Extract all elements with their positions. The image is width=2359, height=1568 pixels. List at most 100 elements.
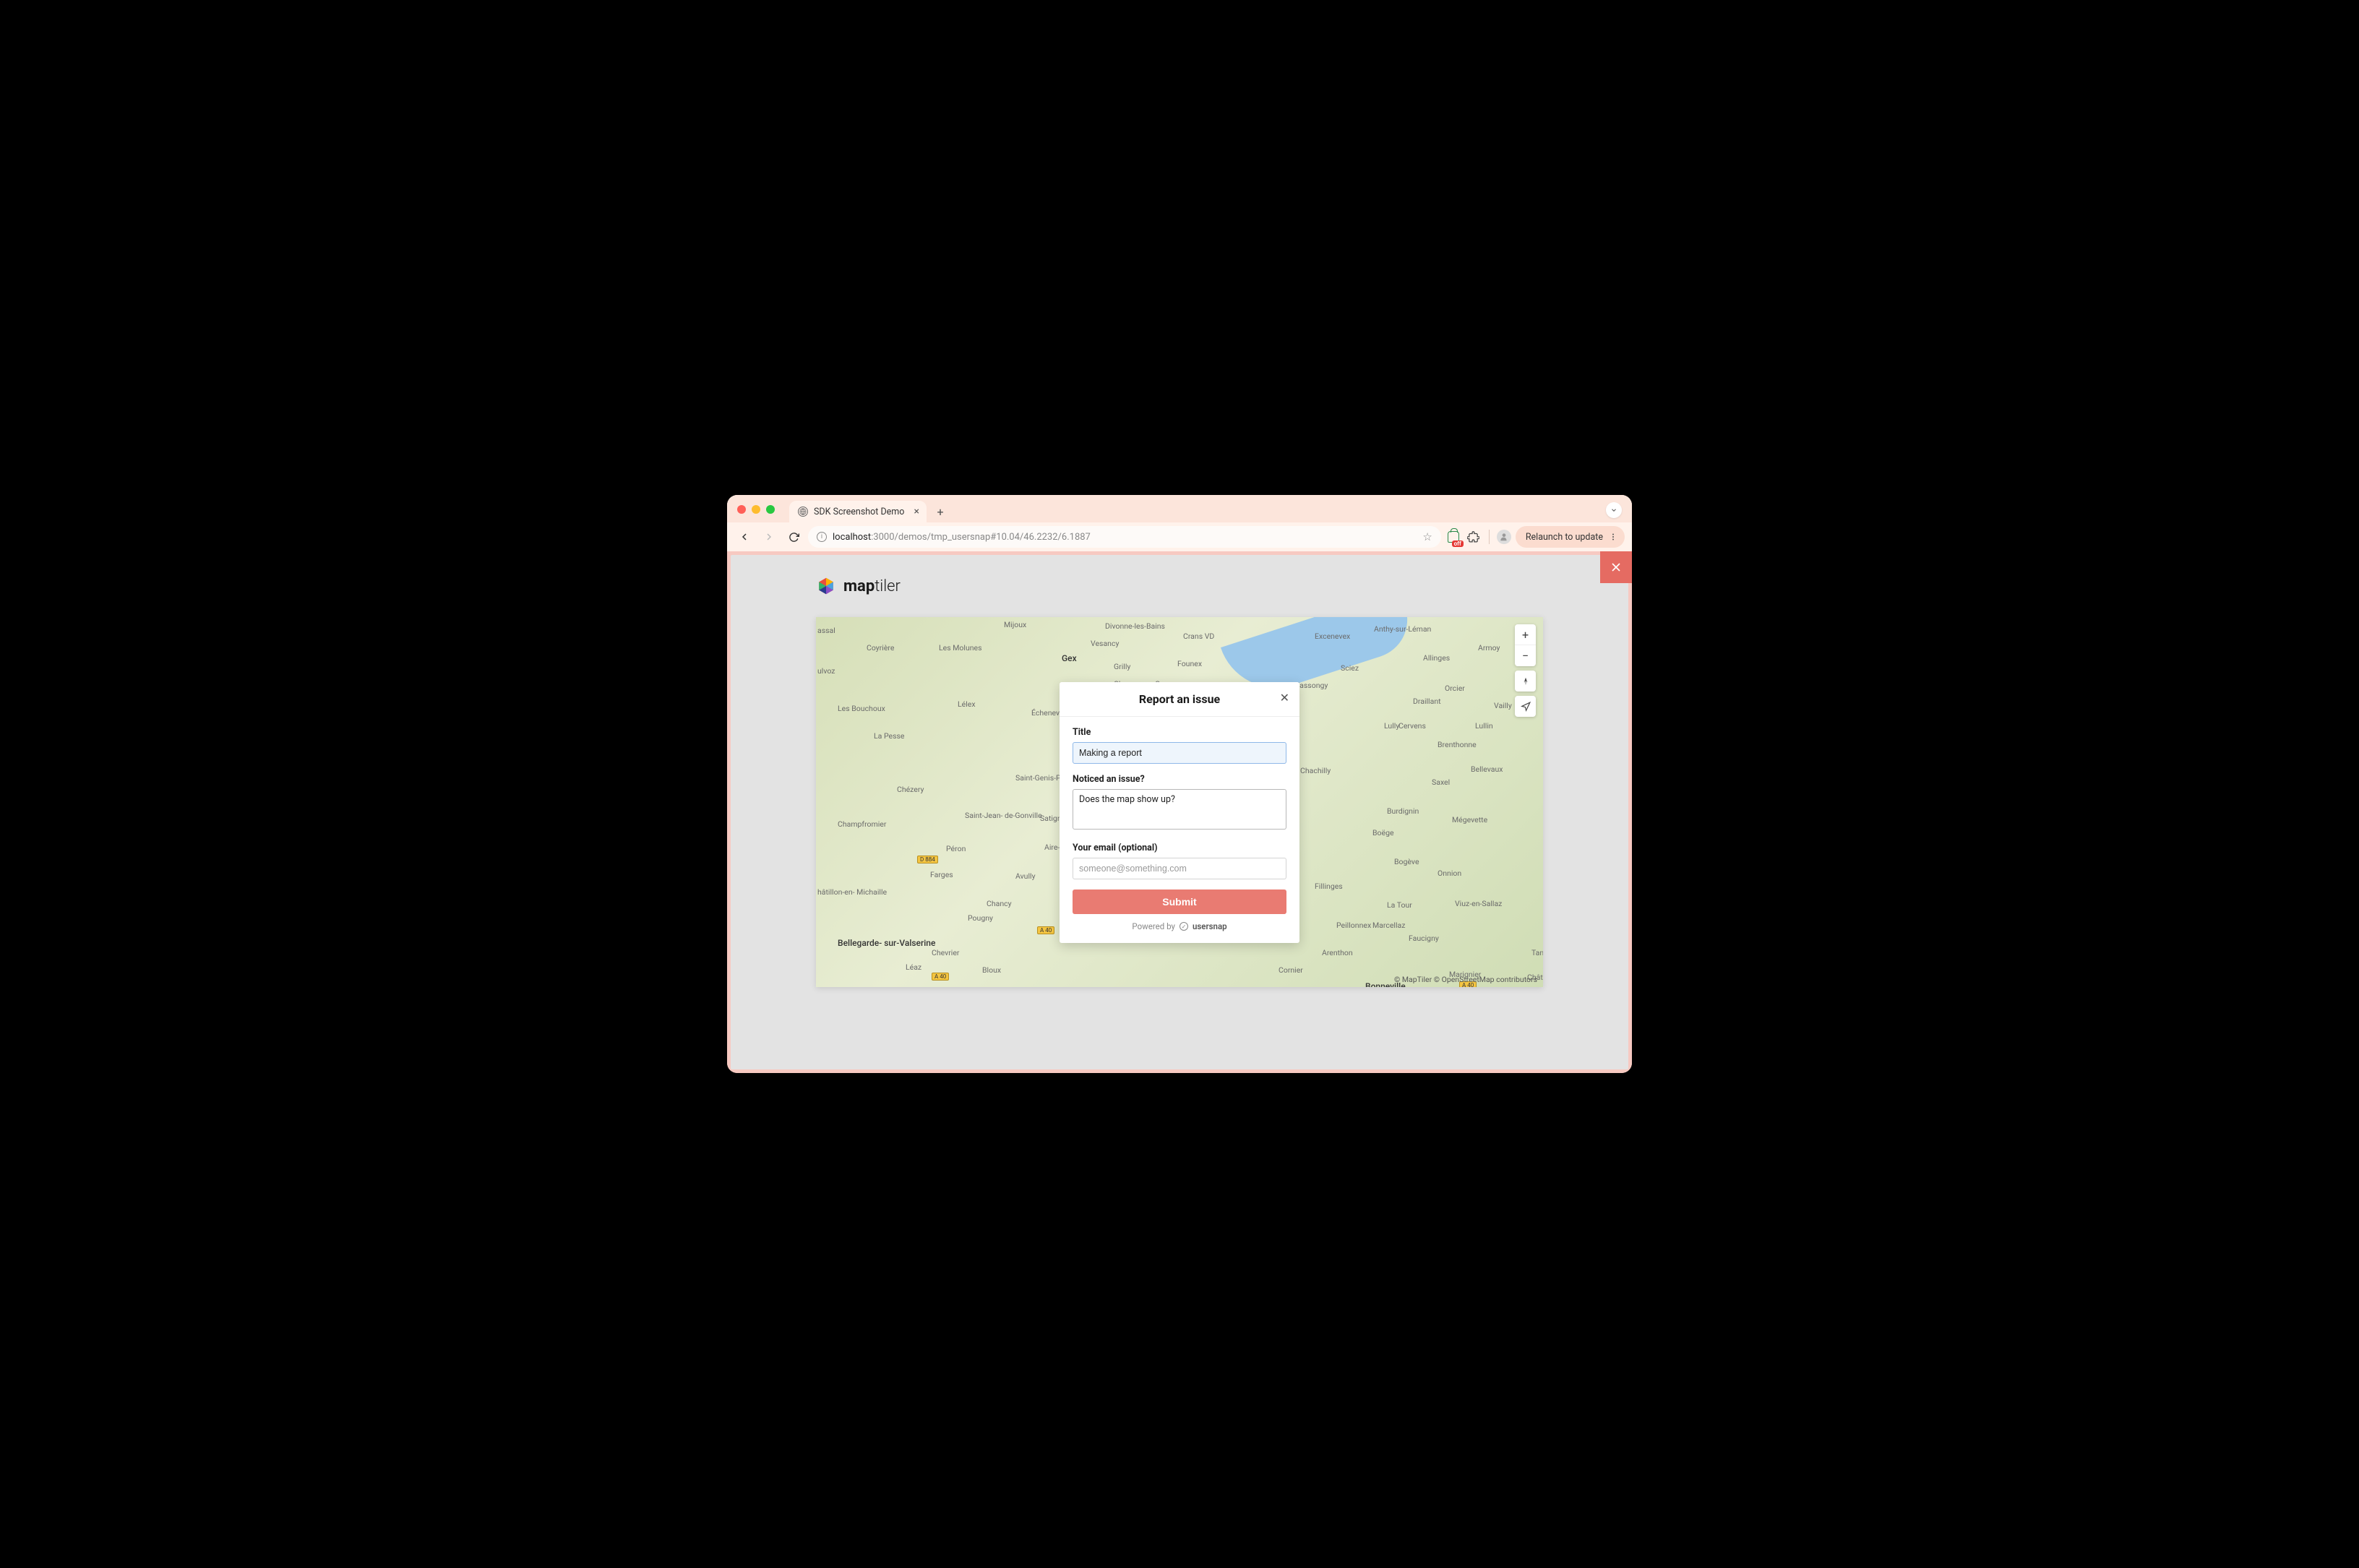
map-label: Sciez <box>1341 663 1359 673</box>
map-label: Farges <box>930 870 953 879</box>
map-label: Gex <box>1062 653 1077 663</box>
modal-header: Report an issue ✕ <box>1060 682 1299 717</box>
road-badge: A 40 <box>932 973 949 981</box>
email-label: Your email (optional) <box>1073 843 1286 853</box>
issue-textarea[interactable] <box>1073 789 1286 830</box>
new-tab-button[interactable]: + <box>931 502 950 521</box>
compass-button[interactable] <box>1515 671 1536 692</box>
map-label: Viuz-en-Sallaz <box>1455 899 1502 908</box>
map-label: Grilly <box>1114 662 1130 671</box>
relaunch-button[interactable]: Relaunch to update <box>1516 526 1625 548</box>
report-issue-modal: Report an issue ✕ Title Noticed an issue… <box>1060 682 1299 943</box>
extensions-icon[interactable] <box>1466 529 1482 545</box>
tab-close-icon[interactable]: × <box>914 506 919 517</box>
map-label: Founex <box>1177 659 1202 668</box>
map-label: Mégevette <box>1452 815 1487 824</box>
map-label: Les Bouchoux <box>838 704 885 713</box>
overlay-close-button[interactable] <box>1600 551 1632 583</box>
extension-shopping-icon[interactable]: off <box>1445 529 1461 545</box>
map-label: Cervens <box>1398 721 1426 731</box>
map-label: Divonne-les-Bains <box>1105 621 1165 631</box>
map-label: ulvoz <box>817 666 835 676</box>
map-label: Saxel <box>1432 777 1450 787</box>
globe-icon <box>798 507 808 517</box>
map-label: Draillant <box>1413 697 1441 706</box>
map-label: Brenthonne <box>1438 740 1477 749</box>
map-label: Fillinges <box>1315 882 1343 891</box>
site-info-icon[interactable]: i <box>817 532 827 542</box>
back-button[interactable] <box>734 527 755 547</box>
map-label: Burdignin <box>1387 806 1419 816</box>
map-label: Chevrier <box>932 948 959 957</box>
divider <box>1489 530 1490 544</box>
map-label: Lully <box>1384 721 1399 731</box>
map-label: Chancy <box>987 899 1012 908</box>
browser-tab[interactable]: SDK Screenshot Demo × <box>789 501 927 522</box>
powered-by[interactable]: Powered by ✓ usersnap <box>1073 914 1286 934</box>
map-label: Bellevaux <box>1471 764 1503 774</box>
tab-title: SDK Screenshot Demo <box>814 507 904 517</box>
zoom-in-button[interactable]: + <box>1515 624 1536 645</box>
map-label: Pougny <box>968 913 993 923</box>
email-input[interactable] <box>1073 858 1286 879</box>
profile-avatar[interactable] <box>1497 530 1511 544</box>
modal-close-button[interactable]: ✕ <box>1280 691 1289 705</box>
map-label: Peillonnex <box>1336 921 1371 930</box>
road-badge: A 40 <box>1037 926 1054 934</box>
toolbar: i localhost:3000/demos/tmp_usersnap#10.0… <box>727 522 1632 551</box>
map-label: La Tour <box>1387 900 1412 910</box>
tabs-overflow-button[interactable] <box>1606 502 1622 518</box>
submit-button[interactable]: Submit <box>1073 889 1286 914</box>
modal-body: Title Noticed an issue? Your email (opti… <box>1060 717 1299 943</box>
maptiler-logo[interactable]: maptiler <box>816 576 901 596</box>
window-close[interactable] <box>737 505 746 514</box>
tab-strip: SDK Screenshot Demo × + <box>727 495 1632 522</box>
map-label: Arenthon <box>1322 948 1353 957</box>
logo-mark-icon <box>816 576 836 596</box>
forward-button[interactable] <box>759 527 779 547</box>
address-bar[interactable]: i localhost:3000/demos/tmp_usersnap#10.0… <box>808 526 1441 548</box>
window-zoom[interactable] <box>766 505 775 514</box>
title-label: Title <box>1073 727 1286 738</box>
map-label: Lélex <box>958 699 976 709</box>
map-label: Les Molunes <box>939 643 982 652</box>
map-label: Chézery <box>897 785 924 794</box>
map-label: Boëge <box>1372 828 1394 837</box>
reload-button[interactable] <box>783 527 804 547</box>
window-minimize[interactable] <box>752 505 760 514</box>
map-label: Lullin <box>1475 721 1493 731</box>
issue-label: Noticed an issue? <box>1073 774 1286 785</box>
map-label: Mijoux <box>1004 620 1026 629</box>
map-label: Anthy-sur-Léman <box>1374 624 1431 634</box>
map-label: Excenevex <box>1315 632 1350 641</box>
map-label: Coyrière <box>867 643 894 652</box>
map-label: hâtillon-en- Michaille <box>817 887 887 897</box>
map-label: Crans VD <box>1183 632 1214 641</box>
map-label: Faucigny <box>1409 934 1439 943</box>
map-label: Armoy <box>1478 643 1500 652</box>
map-label: Orcier <box>1445 684 1465 693</box>
logo-text: maptiler <box>843 577 901 595</box>
road-badge: D 884 <box>917 856 938 863</box>
map-label: La Pesse <box>874 731 905 741</box>
extension-badge: off <box>1452 540 1464 547</box>
geolocate-button[interactable] <box>1515 696 1536 717</box>
logo-bar: maptiler <box>731 555 1628 617</box>
map-attribution[interactable]: © MapTiler © OpenStreetMap contributors <box>1394 975 1537 984</box>
traffic-lights <box>737 505 775 522</box>
map-label: Péron <box>946 844 966 853</box>
map-label: assal <box>817 626 835 635</box>
map-label: Saint-Jean- de-Gonville <box>965 811 1042 820</box>
title-input[interactable] <box>1073 742 1286 764</box>
bookmark-icon[interactable]: ☆ <box>1422 530 1432 543</box>
map[interactable]: Divonne-les-Bains Crans VD Excenevex Anthy-… <box>816 617 1543 987</box>
page-content: maptiler Divonne-les-Bains Crans VD Excene… <box>731 555 1628 1069</box>
map-label: Chachilly <box>1300 766 1331 775</box>
map-label: Bellegarde- sur-Valserine <box>838 938 935 948</box>
map-label: Léaz <box>906 962 921 972</box>
map-label: Champfromier <box>838 819 886 829</box>
zoom-out-button[interactable]: − <box>1515 645 1536 666</box>
map-label: Bloux <box>982 965 1001 975</box>
map-label: Vailly <box>1494 701 1512 710</box>
viewport: maptiler Divonne-les-Bains Crans VD Excene… <box>727 551 1632 1073</box>
